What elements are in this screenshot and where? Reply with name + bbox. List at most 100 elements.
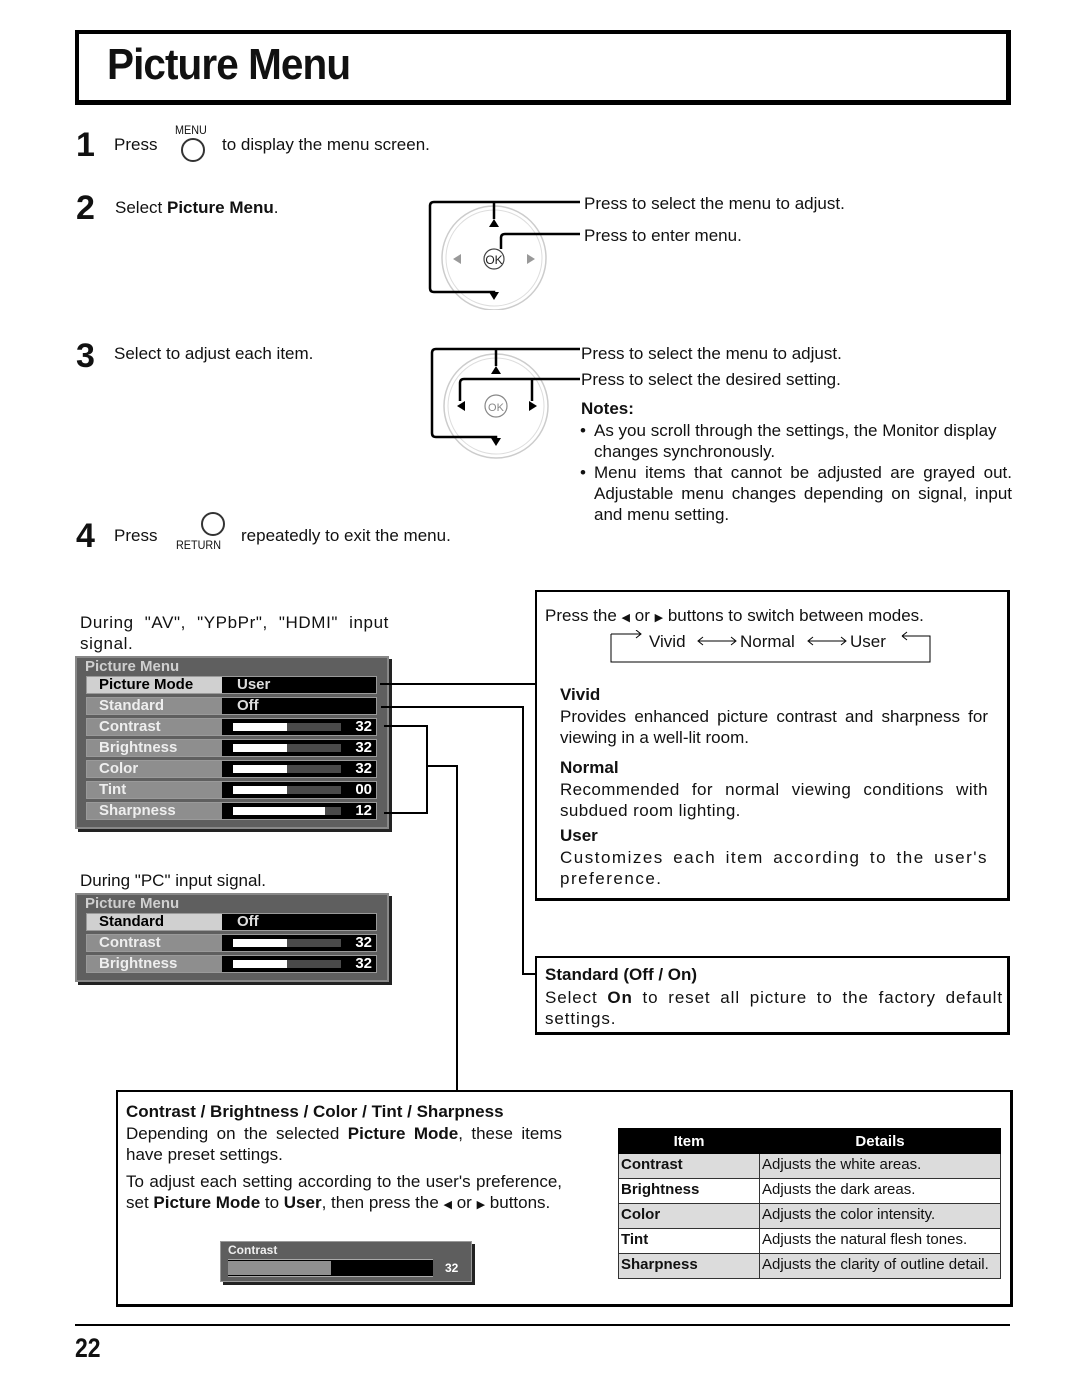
- osd-row-label: Contrast: [87, 935, 222, 951]
- osd-title: Picture Menu: [85, 895, 180, 912]
- osd-slider[interactable]: [233, 960, 341, 968]
- standard-heading: Standard (Off / On): [545, 965, 698, 984]
- osd-row-brightness[interactable]: Brightness 32: [86, 955, 377, 973]
- callout-line-updown: [430, 347, 580, 442]
- osd-slider[interactable]: [233, 765, 341, 773]
- modes-intro-post: buttons to switch between modes.: [667, 606, 924, 625]
- connector-standard-v: [522, 706, 524, 975]
- osd-slider[interactable]: [233, 786, 341, 794]
- left-arrow-icon: ◀: [443, 1199, 452, 1211]
- osd-row-label: Standard: [87, 698, 222, 714]
- osd-av-caption: During "AV", "YPbPr", "HDMI" input signa…: [80, 613, 389, 653]
- mini-osd-slider-fill: [228, 1261, 331, 1275]
- mini-osd-contrast: Contrast 32: [220, 1241, 472, 1282]
- adjust-p1-bold: Picture Mode: [347, 1124, 459, 1143]
- step-2-bold: Picture Menu: [166, 198, 274, 217]
- remote-2-callout-2: Press to select the desired setting.: [581, 370, 841, 389]
- connector-sharpness: [384, 812, 428, 814]
- left-arrow-icon: [453, 254, 461, 264]
- connector-adjust-v: [456, 765, 458, 1091]
- mode-vivid-desc: Provides enhanced picture contrast and s…: [560, 707, 988, 747]
- table-row: Tint Adjusts the natural flesh tones.: [618, 1228, 1001, 1254]
- osd-slider-fill: [233, 765, 287, 773]
- standard-desc-bold: On: [607, 988, 633, 1007]
- osd-row-picture-mode[interactable]: Picture Mode User: [86, 676, 377, 694]
- adjust-heading: Contrast / Brightness / Color / Tint / S…: [126, 1102, 504, 1121]
- notes-heading: Notes:: [581, 399, 634, 418]
- remote-2-callout-1: Press to select the menu to adjust.: [581, 344, 842, 363]
- osd-slider[interactable]: [233, 807, 341, 815]
- osd-row-sharpness[interactable]: Sharpness 12: [86, 802, 377, 820]
- adjust-p2-c: to: [260, 1193, 284, 1212]
- osd-slider[interactable]: [233, 939, 341, 947]
- mode-normal-label: Normal: [740, 632, 795, 651]
- connector-picture-mode: [380, 683, 537, 685]
- osd-picture-menu-av: Picture Menu Picture Mode User Standard Off…: [75, 656, 389, 829]
- return-button-label: RETURN: [176, 538, 221, 552]
- osd-row-label: Brightness: [87, 740, 222, 756]
- osd-slider-fill: [233, 939, 287, 947]
- osd-slider-fill: [233, 786, 287, 794]
- step-3-text: Select to adjust each item.: [114, 344, 314, 363]
- mode-vivid-heading: Vivid: [560, 685, 601, 704]
- osd-row-value: Off: [237, 913, 259, 930]
- remote-dpad-diagram-1: OK: [428, 200, 580, 310]
- up-arrow-icon: [491, 366, 501, 374]
- mini-osd-slider[interactable]: [228, 1259, 433, 1277]
- osd-slider-fill: [233, 807, 325, 815]
- page-title: Picture Menu: [107, 40, 351, 89]
- osd-row-value: User: [237, 676, 271, 693]
- osd-row-tint[interactable]: Tint 00: [86, 781, 377, 799]
- osd-picture-menu-pc: Picture Menu Standard Off Contrast 32 Bright…: [75, 893, 389, 982]
- adjust-p1-pre: Depending on the selected: [126, 1124, 348, 1143]
- osd-row-label: Tint: [87, 782, 222, 798]
- callout-line-leftright: [458, 377, 580, 401]
- remote-dpad-diagram-2: OK: [430, 347, 580, 459]
- table-cell-item: Sharpness: [618, 1253, 760, 1279]
- notes-list: As you scroll through the settings, the …: [580, 420, 1012, 525]
- step-1-text: to display the menu screen.: [222, 135, 430, 154]
- step-1-press: Press: [114, 135, 158, 154]
- adjust-para-2: To adjust each setting according to the …: [126, 1171, 562, 1216]
- table-row: Contrast Adjusts the white areas.: [618, 1153, 1001, 1179]
- connector-contrast: [384, 725, 428, 727]
- table-cell-item: Color: [618, 1203, 760, 1229]
- osd-pc-caption: During "PC" input signal.: [80, 871, 266, 890]
- mode-user-label: User: [850, 632, 886, 651]
- osd-slider[interactable]: [233, 744, 341, 752]
- double-arrow-icon: [807, 636, 847, 646]
- modes-intro-mid: or: [634, 606, 650, 625]
- osd-row-standard[interactable]: Standard Off: [86, 697, 377, 715]
- table-cell-item: Brightness: [618, 1178, 760, 1204]
- osd-row-brightness[interactable]: Brightness 32: [86, 739, 377, 757]
- table-header-row: Item Details: [618, 1128, 1001, 1154]
- footer-rule: [75, 1324, 1010, 1326]
- osd-slider[interactable]: [233, 723, 341, 731]
- right-arrow-icon: ▶: [654, 612, 664, 624]
- step-1-number: 1: [76, 126, 95, 164]
- osd-row-color[interactable]: Color 32: [86, 760, 377, 778]
- remote-1-callout-2: Press to enter menu.: [584, 226, 742, 245]
- modes-intro: Press the ◀ or ▶ buttons to switch betwe…: [545, 606, 924, 628]
- mode-user-heading: User: [560, 826, 598, 845]
- osd-row-contrast[interactable]: Contrast 32: [86, 934, 377, 952]
- osd-row-number: 32: [355, 718, 372, 735]
- osd-row-number: 12: [355, 802, 372, 819]
- table-cell-details: Adjusts the color intensity.: [759, 1203, 1001, 1229]
- page-number: 22: [75, 1333, 101, 1363]
- remote-1-callout-1: Press to select the menu to adjust.: [584, 194, 845, 213]
- osd-row-standard[interactable]: Standard Off: [86, 913, 377, 931]
- right-arrow-icon: ▶: [476, 1199, 486, 1211]
- mode-descriptions: Vivid Provides enhanced picture contrast…: [560, 684, 988, 889]
- mode-vivid-label: Vivid: [649, 632, 686, 651]
- osd-title: Picture Menu: [85, 658, 180, 675]
- osd-row-contrast[interactable]: Contrast 32: [86, 718, 377, 736]
- step-2-pre: Select: [115, 198, 167, 217]
- adjust-p2-f: buttons.: [489, 1193, 551, 1212]
- right-arrow-icon: [529, 401, 537, 411]
- adjust-p2-d: User: [283, 1193, 322, 1212]
- ok-label: OK: [488, 402, 505, 414]
- table-header-item: Item: [618, 1128, 760, 1154]
- osd-row-number: 32: [355, 739, 372, 756]
- connector-bracket: [426, 725, 428, 814]
